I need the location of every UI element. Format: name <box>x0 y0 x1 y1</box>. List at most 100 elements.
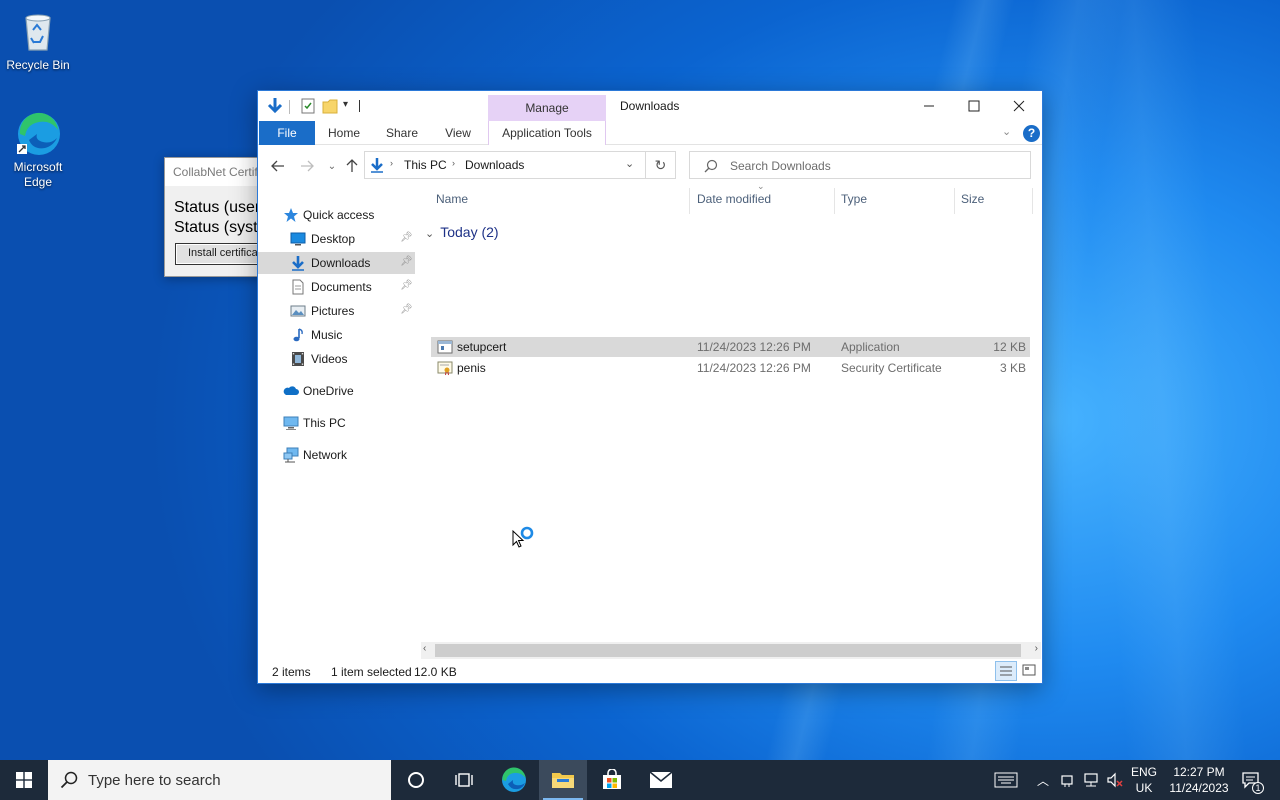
document-icon <box>292 279 304 295</box>
search-icon <box>704 159 718 173</box>
expand-ribbon-chevron-icon[interactable]: ⌄ <box>1002 125 1011 138</box>
taskbar-file-explorer-button[interactable] <box>539 760 587 800</box>
file-list[interactable]: Name ⌄ Date modified Type Size ⌄ Today (2… <box>421 181 1039 658</box>
taskbar: Type here to search ︿ ENG UK 12:27 PM 11… <box>0 760 1280 800</box>
input-indicator-button[interactable] <box>990 760 1022 800</box>
tab-share[interactable]: Share <box>378 121 426 145</box>
file-date: 11/24/2023 12:26 PM <box>697 361 811 375</box>
file-name: setupcert <box>457 340 507 354</box>
tray-device-icon[interactable] <box>1056 760 1078 800</box>
tab-file[interactable]: File <box>259 121 315 145</box>
nav-downloads[interactable]: Downloads 📌︎ <box>258 252 415 274</box>
file-explorer-window[interactable]: ▾ Manage Downloads File Home Share View … <box>257 90 1043 684</box>
show-hidden-icons-button[interactable]: ︿ <box>1032 760 1054 800</box>
taskbar-mail-button[interactable] <box>637 760 685 800</box>
up-button[interactable] <box>341 155 363 177</box>
large-icons-view-button[interactable] <box>1019 661 1041 681</box>
taskbar-search-placeholder: Type here to search <box>88 772 221 789</box>
nav-label: Network <box>303 448 348 462</box>
nav-music[interactable]: Music <box>258 324 415 346</box>
nav-onedrive[interactable]: OneDrive <box>258 380 415 402</box>
notification-count-badge: 1 <box>1252 782 1264 794</box>
breadcrumb-this-pc[interactable]: This PC <box>404 158 447 172</box>
new-folder-icon[interactable] <box>322 97 338 115</box>
volume-button[interactable] <box>1104 760 1126 800</box>
start-button[interactable] <box>0 760 48 800</box>
close-icon <box>1013 100 1025 112</box>
file-size: 3 KB <box>999 361 1026 375</box>
nav-desktop[interactable]: Desktop 📌︎ <box>258 228 415 250</box>
task-view-button[interactable] <box>440 760 488 800</box>
network-tray-icon <box>1084 773 1098 787</box>
tab-application-tools[interactable]: Application Tools <box>488 121 606 145</box>
column-header-type[interactable]: Type <box>841 192 867 212</box>
file-size: 12 KB <box>993 340 1026 354</box>
taskbar-edge-button[interactable] <box>490 760 538 800</box>
network-tray-button[interactable] <box>1080 760 1102 800</box>
refresh-icon: ↻ <box>654 156 667 173</box>
nav-pictures[interactable]: Pictures 📌︎ <box>258 300 415 322</box>
nav-label: This PC <box>303 416 346 430</box>
refresh-button[interactable]: ↻ <box>646 151 676 179</box>
file-row-setupcert[interactable]: setupcert 11/24/2023 12:26 PM Applicatio… <box>431 337 1030 357</box>
cortana-button[interactable] <box>392 760 440 800</box>
certificate-icon <box>437 361 453 376</box>
column-header-name[interactable]: Name <box>436 192 468 212</box>
taskbar-store-button[interactable] <box>588 760 636 800</box>
address-dropdown-chevron-icon[interactable]: ⌄ <box>625 157 634 170</box>
nav-quick-access[interactable]: Quick access <box>258 204 415 226</box>
column-header-size[interactable]: Size <box>961 192 984 212</box>
address-bar[interactable]: › This PC › Downloads ⌄ <box>364 151 646 179</box>
clock[interactable]: 12:27 PM 11/24/2023 <box>1160 764 1238 796</box>
file-row-penis[interactable]: penis 11/24/2023 12:26 PM Security Certi… <box>431 358 1030 378</box>
language-indicator[interactable]: ENG UK <box>1128 764 1160 796</box>
pin-icon[interactable]: 📌︎ <box>400 256 413 267</box>
horizontal-scrollbar[interactable]: ‹ › <box>421 642 1041 659</box>
maximize-button[interactable] <box>951 91 997 121</box>
minimize-icon <box>924 105 934 107</box>
nav-videos[interactable]: Videos <box>258 348 415 370</box>
windows-logo-icon <box>16 772 32 788</box>
minimize-button[interactable] <box>906 91 952 121</box>
desktop-icon <box>290 232 306 246</box>
selection-info: 1 item selected <box>331 665 412 679</box>
nav-network[interactable]: Network <box>258 444 415 466</box>
scroll-left-arrow-icon[interactable]: ‹ <box>423 643 426 654</box>
tab-manage[interactable]: Manage <box>488 95 606 121</box>
customize-qat-chevron-icon[interactable]: ▾ <box>343 99 348 117</box>
scroll-right-arrow-icon[interactable]: › <box>1035 643 1038 654</box>
details-view-button[interactable] <box>995 661 1017 681</box>
file-name: penis <box>457 361 486 375</box>
language-region: UK <box>1135 781 1153 795</box>
pin-icon[interactable]: 📌︎ <box>400 280 413 291</box>
pin-icon[interactable]: 📌︎ <box>400 304 413 315</box>
cloud-icon <box>283 386 299 395</box>
scrollbar-thumb[interactable] <box>435 644 1021 657</box>
recent-locations-chevron-icon[interactable]: ⌄ <box>321 155 343 177</box>
close-button[interactable] <box>996 91 1042 121</box>
nav-label: Music <box>311 328 343 342</box>
speaker-muted-icon <box>1107 772 1123 788</box>
properties-icon[interactable] <box>300 97 316 115</box>
tab-view[interactable]: View <box>434 121 482 145</box>
title-bar[interactable]: ▾ Manage Downloads <box>258 91 1042 121</box>
taskbar-search-box[interactable]: Type here to search <box>48 760 391 800</box>
tab-home[interactable]: Home <box>320 121 368 145</box>
nav-documents[interactable]: Documents 📌︎ <box>258 276 415 298</box>
column-header-date-modified[interactable]: Date modified <box>697 192 771 212</box>
nav-this-pc[interactable]: This PC <box>258 412 415 434</box>
action-center-button[interactable]: 1 <box>1236 760 1266 800</box>
desktop-icon-microsoft-edge[interactable]: Microsoft Edge <box>0 110 76 190</box>
quick-access-download-icon[interactable] <box>266 97 284 115</box>
forward-button[interactable] <box>296 155 318 177</box>
breadcrumb-downloads[interactable]: Downloads <box>465 158 524 172</box>
search-input[interactable]: Search Downloads <box>689 151 1031 179</box>
back-button[interactable] <box>267 155 289 177</box>
pin-icon[interactable]: 📌︎ <box>400 232 413 243</box>
search-icon <box>60 771 78 789</box>
desktop-icon-recycle-bin[interactable]: Recycle Bin <box>0 8 76 73</box>
sort-chevron-icon: ⌄ <box>757 181 765 191</box>
help-icon[interactable]: ? <box>1023 125 1040 142</box>
language-code: ENG <box>1130 765 1157 779</box>
group-header-today[interactable]: ⌄ Today (2) <box>425 224 499 240</box>
